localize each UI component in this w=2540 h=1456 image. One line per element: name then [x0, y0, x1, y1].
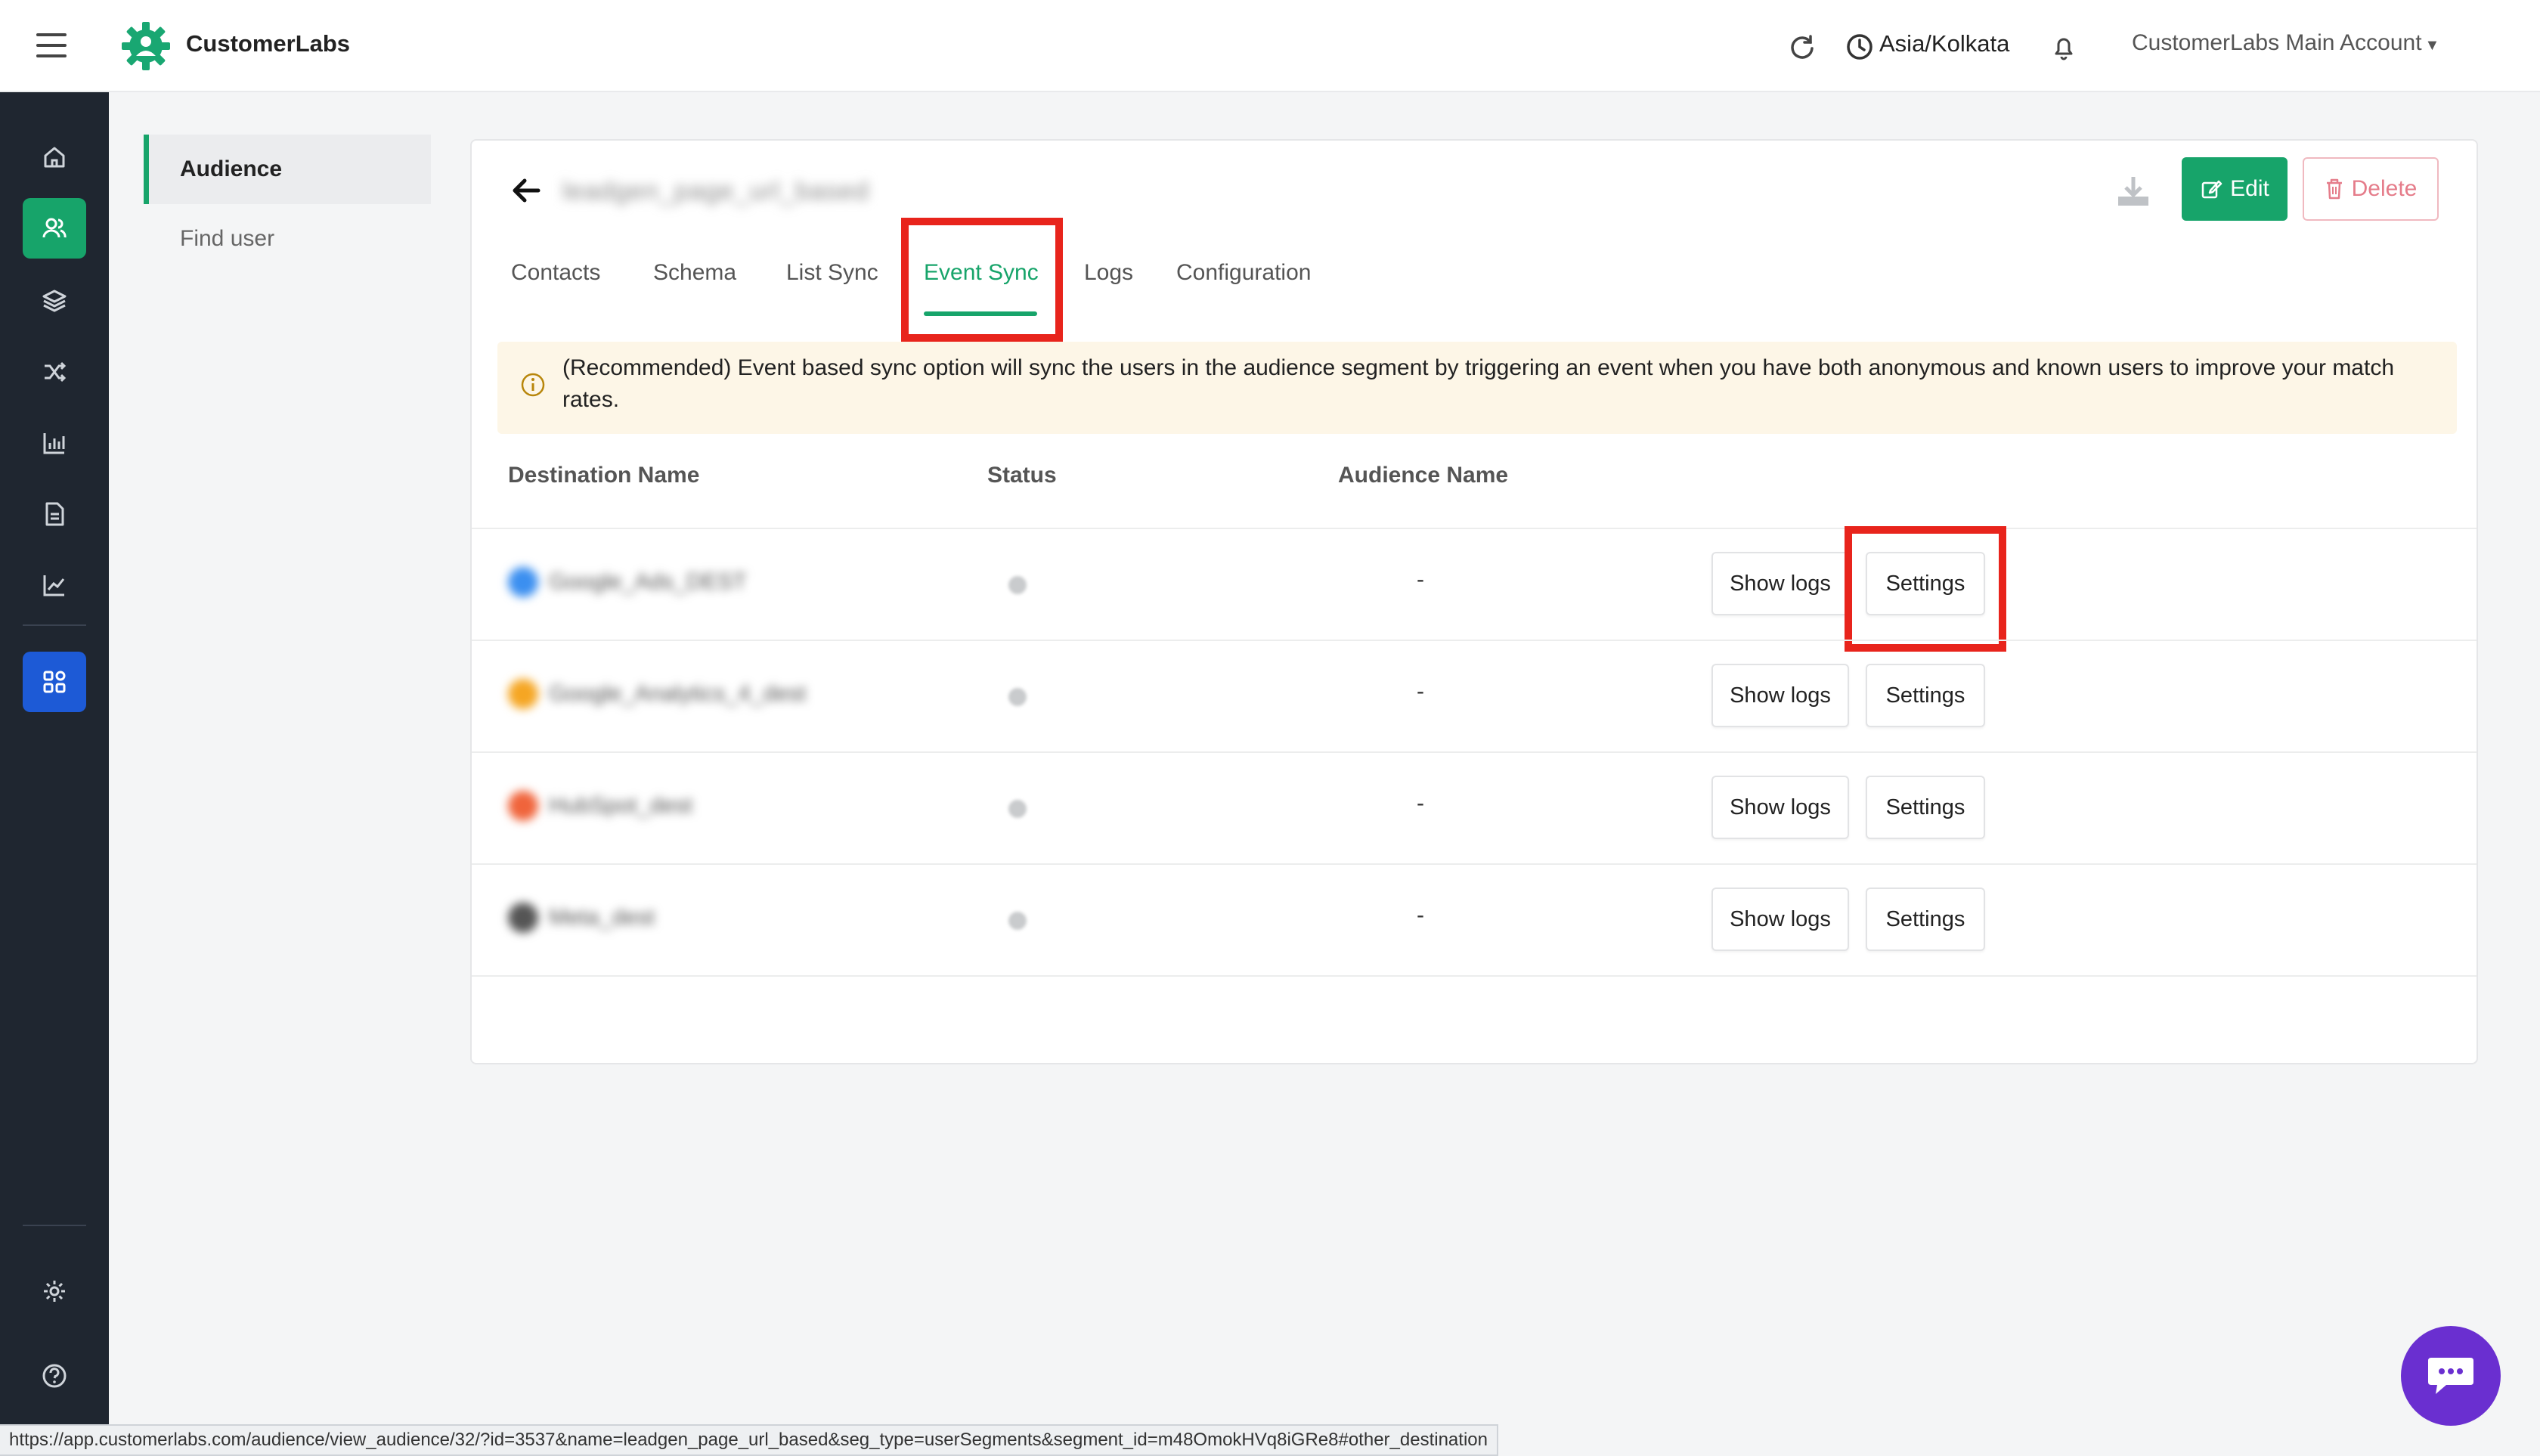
account-name: CustomerLabs Main Account	[2132, 30, 2422, 55]
delete-button[interactable]: Delete	[2303, 157, 2439, 221]
timezone-label[interactable]: Asia/Kolkata	[1879, 30, 2009, 57]
account-switcher[interactable]: CustomerLabs Main Account ▼	[2132, 30, 2439, 56]
status-indicator	[1008, 576, 1027, 594]
destination-logo-icon	[508, 567, 538, 597]
tab-list-sync[interactable]: List Sync	[786, 260, 878, 286]
chat-launcher[interactable]	[2401, 1326, 2501, 1426]
header-status: Status	[987, 463, 1057, 488]
trash-icon	[2326, 178, 2342, 200]
customerlabs-logo	[122, 22, 170, 70]
delete-button-label: Delete	[2351, 176, 2418, 201]
table-row: Google_Analytics_4_dest - Show logs Sett…	[472, 640, 2476, 751]
nav-help[interactable]	[23, 1346, 86, 1406]
brand-name: CustomerLabs	[186, 30, 351, 57]
destination-name: Meta_dest	[549, 905, 655, 930]
refresh-icon[interactable]	[1787, 32, 1817, 62]
document-icon	[45, 502, 64, 526]
chat-icon	[2428, 1358, 2473, 1394]
back-arrow-icon[interactable]	[508, 172, 544, 209]
tab-schema[interactable]: Schema	[653, 260, 736, 286]
settings-button[interactable]: Settings	[1866, 776, 1985, 839]
menu-icon[interactable]	[36, 33, 67, 57]
apps-grid-icon	[43, 671, 66, 693]
status-indicator	[1008, 688, 1027, 706]
gear-icon	[44, 1281, 65, 1302]
download-icon[interactable]	[2114, 171, 2153, 210]
annotation-highlight-box	[901, 218, 1063, 342]
nav-divider	[23, 624, 86, 626]
layers-icon	[42, 290, 67, 312]
show-logs-button[interactable]: Show logs	[1711, 776, 1849, 839]
help-icon	[42, 1364, 67, 1388]
line-chart-icon	[43, 575, 65, 596]
destination-cell: Google_Analytics_4_dest	[508, 679, 806, 709]
top-bar: CustomerLabs Asia/Kolkata CustomerLabs M…	[0, 0, 2540, 92]
table-row: Meta_dest - Show logs Settings	[472, 863, 2476, 977]
audience-subnav: Audience Find user	[144, 135, 431, 274]
edit-button-label: Edit	[2230, 176, 2269, 201]
recommendation-notice: (Recommended) Event based sync option wi…	[497, 342, 2457, 434]
audience-name: -	[1417, 567, 1424, 592]
tab-configuration[interactable]: Configuration	[1176, 260, 1311, 286]
nav-layers[interactable]	[23, 271, 86, 331]
subnav-audience[interactable]: Audience	[144, 135, 431, 204]
destination-logo-icon	[508, 791, 538, 821]
table-row: Google_Ads_DEST - Show logs Settings	[472, 526, 2476, 652]
settings-button[interactable]: Settings	[1866, 888, 1985, 951]
bell-icon[interactable]	[2049, 32, 2079, 62]
destination-logo-icon	[508, 903, 538, 933]
destination-cell: HubSpot_dest	[508, 791, 692, 821]
audience-title: leadgen_page_url_based	[562, 177, 869, 206]
destination-name: Google_Ads_DEST	[549, 569, 747, 594]
header-destination-name: Destination Name	[508, 463, 700, 488]
edit-icon	[2201, 180, 2222, 199]
status-indicator	[1008, 912, 1027, 930]
table-header: Destination Name Status Audience Name	[472, 463, 2476, 508]
audience-detail-card: leadgen_page_url_based Edit Delete Conta…	[470, 139, 2478, 1064]
annotation-highlight-box	[1845, 526, 2006, 652]
shuffle-icon	[45, 361, 67, 383]
nav-home[interactable]	[23, 127, 86, 187]
users-icon	[42, 218, 67, 238]
nav-audience[interactable]	[23, 198, 86, 259]
home-icon	[44, 147, 65, 168]
status-indicator	[1008, 800, 1027, 818]
audience-name: -	[1417, 679, 1424, 704]
caret-down-icon: ▼	[2424, 37, 2440, 54]
edit-button[interactable]: Edit	[2182, 157, 2288, 221]
show-logs-button[interactable]: Show logs	[1711, 552, 1849, 615]
link-status-bar: https://app.customerlabs.com/audience/vi…	[0, 1424, 1498, 1456]
destination-logo-icon	[508, 679, 538, 709]
table-row: HubSpot_dest - Show logs Settings	[472, 751, 2476, 863]
tab-contacts[interactable]: Contacts	[511, 260, 600, 286]
settings-button[interactable]: Settings	[1866, 664, 1985, 727]
bar-chart-icon	[43, 433, 65, 454]
clock-icon	[1847, 34, 1872, 60]
nav-apps[interactable]	[23, 652, 86, 712]
subnav-find-user[interactable]: Find user	[144, 204, 431, 274]
destination-name: HubSpot_dest	[549, 793, 693, 818]
destination-name: Google_Analytics_4_dest	[549, 681, 807, 706]
nav-divider	[23, 1225, 86, 1226]
nav-workflows[interactable]	[23, 342, 86, 402]
nav-analytics[interactable]	[23, 555, 86, 615]
left-sidebar	[0, 92, 109, 1456]
nav-documents[interactable]	[23, 484, 86, 544]
tab-logs[interactable]: Logs	[1084, 260, 1133, 286]
show-logs-button[interactable]: Show logs	[1711, 888, 1849, 951]
nav-reports[interactable]	[23, 413, 86, 473]
audience-name: -	[1417, 791, 1424, 816]
nav-settings[interactable]	[23, 1261, 86, 1321]
destination-cell: Google_Ads_DEST	[508, 567, 747, 597]
header-audience-name: Audience Name	[1338, 463, 1509, 488]
audience-name: -	[1417, 903, 1424, 928]
info-icon	[521, 373, 545, 397]
notice-text: (Recommended) Event based sync option wi…	[562, 355, 2395, 412]
show-logs-button[interactable]: Show logs	[1711, 664, 1849, 727]
destination-cell: Meta_dest	[508, 903, 655, 933]
